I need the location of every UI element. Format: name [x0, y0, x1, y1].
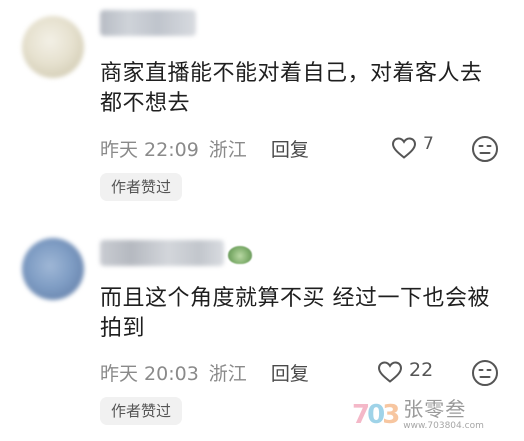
comment-meta: 昨天 20:03 浙江 回复 [100, 358, 309, 386]
reply-button[interactable]: 回复 [271, 135, 309, 162]
dislike-face-icon[interactable] [471, 359, 499, 387]
avatar[interactable] [22, 16, 84, 78]
comment-date: 昨天 20:03 [100, 362, 199, 385]
author-liked-badge: 作者赞过 [100, 173, 183, 201]
like-button[interactable]: 7 [391, 134, 434, 162]
watermark: 703 张零叁 www.703804.com [352, 392, 512, 438]
comment-item: 商家直播能不能对着自己，对着客人去都不想去 昨天 22:09 浙江 回复 7 作… [0, 0, 524, 215]
heart-outline-icon [391, 137, 417, 159]
watermark-logo: 703 [352, 400, 400, 430]
comment-meta: 昨天 22:09 浙江 回复 [100, 134, 309, 162]
comment-region: 浙江 [208, 362, 247, 385]
like-count: 7 [423, 134, 434, 154]
watermark-url: www.703804.com [403, 421, 484, 431]
watermark-name: 张零叁 [403, 397, 467, 421]
author-liked-badge: 作者赞过 [100, 397, 183, 425]
comment-date: 昨天 22:09 [100, 138, 199, 161]
comment-text: 而且这个角度就算不买 经过一下也会被拍到 [100, 286, 490, 341]
avatar[interactable] [22, 238, 84, 300]
reply-button[interactable]: 回复 [271, 359, 309, 386]
like-count: 22 [409, 359, 434, 381]
heart-outline-icon [377, 361, 403, 383]
like-button[interactable]: 22 [377, 358, 433, 386]
username-blurred[interactable] [100, 240, 224, 266]
dislike-face-icon[interactable] [471, 135, 499, 163]
comment-region: 浙江 [208, 138, 247, 161]
username-blurred[interactable] [100, 10, 196, 36]
user-badge-icon [228, 246, 252, 264]
comment-text: 商家直播能不能对着自己，对着客人去都不想去 [100, 61, 483, 116]
